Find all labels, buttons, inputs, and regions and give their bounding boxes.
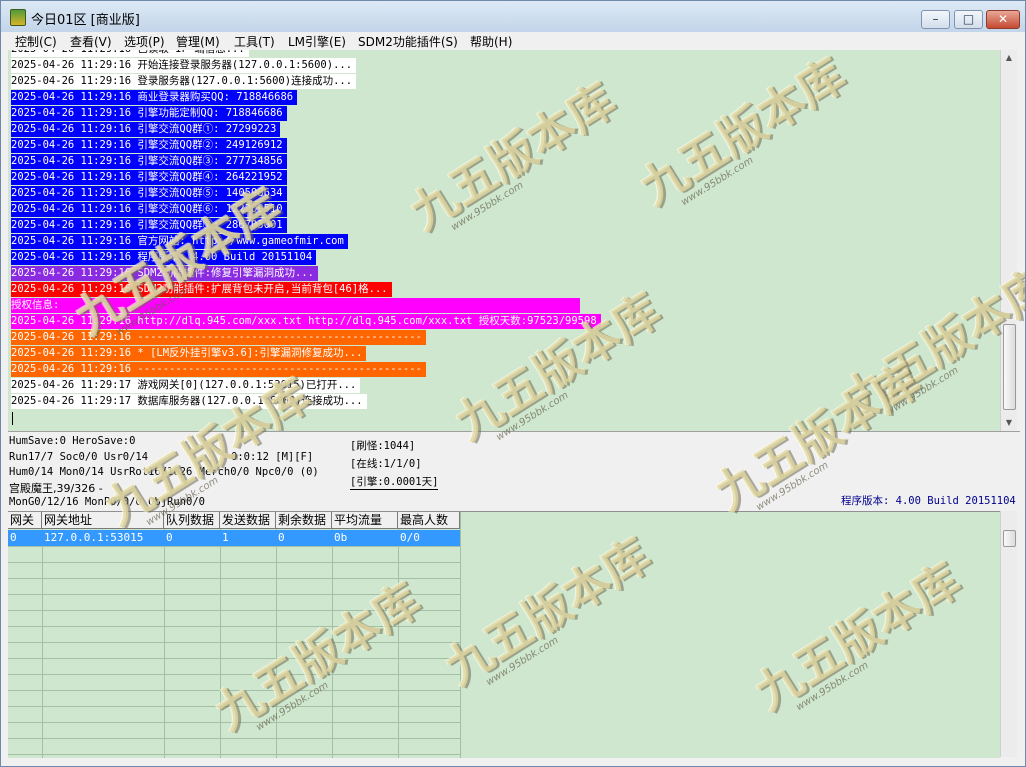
- log-line: 2025-04-26 11:29:16 引擎交流QQ群②: 249126912: [11, 138, 287, 153]
- log-line: 2025-04-26 11:29:16 引擎交流QQ群①: 27299223: [11, 122, 281, 137]
- status-panel: HumSave:0 HeroSave:0 Run17/7 Soc0/0 Usr0…: [8, 431, 1020, 512]
- log-scrollbar[interactable]: ▲ ▼: [1000, 50, 1017, 431]
- menu-bar: 控制(C) 查看(V) 选项(P) 管理(M) 工具(T) LM引擎(E) SD…: [8, 32, 1020, 50]
- grid-row-line: [8, 722, 460, 723]
- col-max-users[interactable]: 最高人数: [398, 512, 460, 529]
- log-line: 2025-04-26 11:29:16 开始连接登录服务器(127.0.0.1:…: [11, 58, 357, 73]
- cell-remaining: 0: [278, 531, 285, 544]
- menu-help[interactable]: 帮助(H): [470, 33, 512, 50]
- grid-scrollbar[interactable]: [1000, 511, 1017, 757]
- cell-max-users: 0/0: [400, 531, 420, 544]
- scroll-down-arrow-icon[interactable]: ▼: [1001, 415, 1017, 431]
- status-hum: Hum0/14 Mon0/14 UsrRot16/1026 Merch0/0 N…: [9, 466, 319, 478]
- menu-tools[interactable]: 工具(T): [234, 33, 275, 50]
- log-line: 2025-04-26 11:29:16 --------------------…: [11, 330, 426, 345]
- grid-row-line: [8, 690, 460, 691]
- col-gateway-address[interactable]: 网关地址: [42, 512, 164, 529]
- grid-row-line: [8, 658, 460, 659]
- grid-row-line: [8, 754, 460, 755]
- col-remaining-data[interactable]: 剩余数据: [276, 512, 332, 529]
- grid-scroll-thumb[interactable]: [1003, 530, 1016, 547]
- grid-row-line: [8, 610, 460, 611]
- grid-row-line: [8, 562, 460, 563]
- maximize-button[interactable]: □: [954, 10, 983, 29]
- log-line: 2025-04-26 11:29:16 引擎交流QQ群④: 264221952: [11, 170, 287, 185]
- log-scroll-thumb[interactable]: [1003, 324, 1016, 410]
- scroll-up-arrow-icon[interactable]: ▲: [1001, 50, 1017, 66]
- status-run: Run17/7 Soc0/0 Usr0/14: [9, 451, 149, 463]
- grid-row-line: [8, 642, 460, 643]
- menu-lm-engine[interactable]: LM引擎(E): [288, 33, 346, 50]
- status-online: [在线:1/1/0]: [350, 458, 422, 470]
- col-queue-data[interactable]: 队列数据: [164, 512, 220, 529]
- log-line: 2025-04-26 11:29:16 引擎交流QQ群③: 277734856: [11, 154, 287, 169]
- app-window: 今日01区 [商业版] – □ ✕ 控制(C) 查看(V) 选项(P) 管理(M…: [0, 0, 1026, 767]
- menu-view[interactable]: 查看(V): [70, 33, 112, 50]
- col-avg-traffic[interactable]: 平均流量: [332, 512, 398, 529]
- log-line: 2025-04-26 11:29:16 程序版本: 4.00 Build 201…: [11, 250, 317, 265]
- grid-row-line: [8, 578, 460, 579]
- table-row[interactable]: 0 127.0.0.1:53015 0 1 0 0b 0/0: [8, 530, 460, 546]
- status-humsave: HumSave:0 HeroSave:0: [9, 435, 136, 447]
- log-line: 授权信息:: [11, 298, 580, 313]
- log-line: 2025-04-26 11:29:16 登录服务器(127.0.0.1:5600…: [11, 74, 357, 89]
- cell-address: 127.0.0.1:53015: [44, 531, 144, 544]
- menu-options[interactable]: 选项(P): [124, 33, 165, 50]
- status-engine: [引擎:0.0001天]: [350, 476, 439, 490]
- log-line: 2025-04-26 11:29:16 商业登录器购买QQ: 718846686: [11, 90, 298, 105]
- grid-row-line: [8, 674, 460, 675]
- title-bar[interactable]: 今日01区 [商业版] – □ ✕: [1, 1, 1025, 32]
- grid-column-line: [460, 512, 461, 758]
- close-button[interactable]: ✕: [986, 10, 1020, 29]
- menu-sdm2-plugin[interactable]: SDM2功能插件(S): [358, 33, 458, 50]
- grid-lines: [8, 512, 461, 758]
- gateway-grid[interactable]: 网关 网关地址 队列数据 发送数据 剩余数据 平均流量 最高人数 0 127.0…: [8, 511, 1000, 758]
- status-mong: MonG0/12/16 MonP0/0/0 ObjRun0/0: [9, 496, 205, 508]
- log-line: 2025-04-26 11:29:16 引擎交流QQ群⑦: 286703001: [11, 218, 287, 233]
- status-version: 程序版本: 4.00 Build 20151104: [841, 495, 1016, 507]
- app-icon: [10, 9, 26, 26]
- log-line: 2025-04-26 11:29:16 已读取 IP 端信息...: [11, 50, 249, 57]
- status-boss: 宫殿魔王,39/326 -: [9, 482, 103, 495]
- col-send-data[interactable]: 发送数据: [220, 512, 276, 529]
- log-line: 2025-04-26 11:29:17 游戏网关[0](127.0.0.1:53…: [11, 378, 361, 393]
- log-line: 2025-04-26 11:29:16 官方网站: http://www.gam…: [11, 234, 348, 249]
- col-gateway[interactable]: 网关: [8, 512, 42, 529]
- cell-queue: 0: [166, 531, 173, 544]
- minimize-button[interactable]: –: [921, 10, 950, 29]
- log-line: 2025-04-26 11:29:16 SDM2功能插件:修复引擎漏洞成功...: [11, 266, 319, 281]
- log-line: 2025-04-26 11:29:16 --------------------…: [11, 362, 426, 377]
- grid-row-line: [8, 626, 460, 627]
- log-line: 2025-04-26 11:29:17 数据库服务器(127.0.0.1:600…: [11, 394, 367, 409]
- text-caret: [12, 412, 13, 425]
- log-line: 2025-04-26 11:29:16 SDM2功能插件:扩展背包未开启,当前背…: [11, 282, 392, 297]
- grid-row-line: [8, 706, 460, 707]
- cell-gateway: 0: [10, 531, 17, 544]
- status-refresh: [刷怪:1044]: [350, 440, 416, 452]
- grid-row-line: [8, 546, 460, 547]
- menu-control[interactable]: 控制(C): [15, 33, 57, 50]
- log-line: 2025-04-26 11:29:16 http://dlq.945.com/x…: [11, 314, 601, 329]
- window-title: 今日01区 [商业版]: [31, 13, 140, 28]
- grid-row-line: [8, 594, 460, 595]
- log-line: 2025-04-26 11:29:16 引擎交流QQ群⑤: 140598634: [11, 186, 287, 201]
- server-log[interactable]: 2025-04-26 11:29:16 已读取 IP 端信息...2025-04…: [8, 50, 1000, 431]
- menu-manage[interactable]: 管理(M): [176, 33, 220, 50]
- log-line: 2025-04-26 11:29:16 引擎功能定制QQ: 718846686: [11, 106, 287, 121]
- status-uptime: 0:0:12 [M][F]: [231, 451, 314, 463]
- log-line: 2025-04-26 11:29:16 引擎交流QQ群⑥: 122209510: [11, 202, 287, 217]
- cell-send: 1: [222, 531, 229, 544]
- log-line: 2025-04-26 11:29:16 * [LM反外挂引擎v3.6]:引擎漏洞…: [11, 346, 367, 361]
- grid-row-line: [8, 738, 460, 739]
- cell-avg-traffic: 0b: [334, 531, 348, 544]
